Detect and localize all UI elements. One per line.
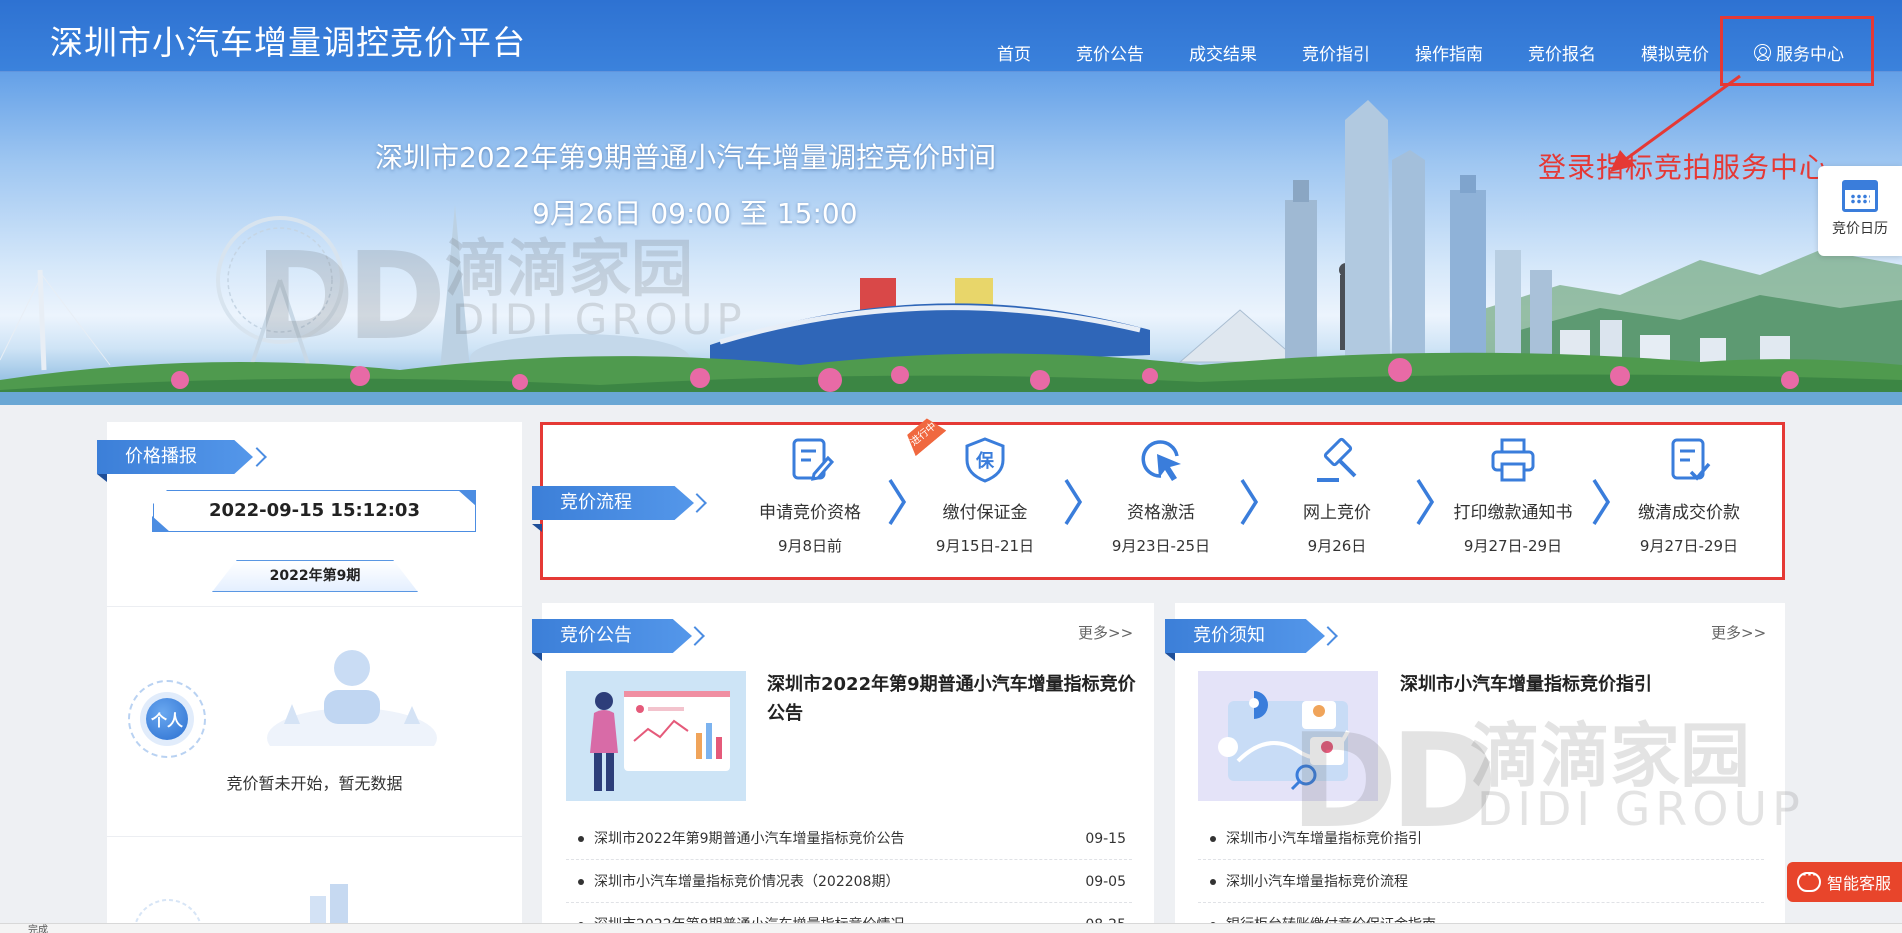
nav-bidding-guide[interactable]: 竞价指引 xyxy=(1302,40,1370,65)
personal-badge-label: 个人 xyxy=(146,698,188,740)
main-nav: 首页 竞价公告 成交结果 竞价指引 操作指南 竞价报名 模拟竞价 服务中心 xyxy=(952,40,1844,65)
presentation-illustration xyxy=(590,691,730,791)
top-navigation-bar: 深圳市小汽车增量调控竞价平台 首页 竞价公告 成交结果 竞价指引 操作指南 竞价… xyxy=(0,0,1902,72)
smart-service-button[interactable]: 智能客服 xyxy=(1787,862,1902,902)
process-step-deposit: 保 缴付保证金 9月15日-21日 xyxy=(900,436,1070,556)
nav-operation-guide[interactable]: 操作指南 xyxy=(1415,40,1483,65)
step-name: 申请竞价资格 xyxy=(759,503,861,523)
guide-list-item[interactable]: 深圳小汽车增量指标竞价流程 xyxy=(1198,861,1764,903)
notice-more-link[interactable]: 更多>> xyxy=(1078,622,1133,643)
notice-thumbnail[interactable] xyxy=(566,671,746,801)
hero-title: 深圳市2022年第9期普通小汽车增量调控竞价时间 xyxy=(375,141,997,174)
site-title[interactable]: 深圳市小汽车增量调控竞价平台 xyxy=(50,16,526,64)
tag-fold-decoration xyxy=(1165,653,1175,661)
divider xyxy=(107,606,522,607)
price-broadcast-tag: 价格播报 xyxy=(97,440,253,474)
process-step-apply: 申请竞价资格 9月8日前 xyxy=(725,436,895,556)
svg-text:保: 保 xyxy=(975,450,995,472)
bidding-guide-tag: 竞价须知 xyxy=(1165,619,1325,653)
chat-icon xyxy=(1797,868,1821,892)
step-date: 9月26日 xyxy=(1307,537,1367,555)
watermark-mark: DD xyxy=(1290,705,1498,857)
process-step-activate: 资格激活 9月23日-25日 xyxy=(1076,436,1246,556)
step-date: 9月23日-25日 xyxy=(1111,537,1211,555)
step-name: 缴清成交价款 xyxy=(1638,503,1740,523)
notice-list-item[interactable]: 深圳市2022年第9期普通小汽车增量指标竞价公告 09-15 xyxy=(566,818,1132,860)
step-name: 打印缴款通知书 xyxy=(1453,503,1573,523)
step-date: 9月8日前 xyxy=(777,537,843,555)
notice-item-title: 深圳市小汽车增量指标竞价情况表（202208期） xyxy=(594,874,900,890)
tag-fold-decoration xyxy=(532,653,542,661)
step-date: 9月27日-29日 xyxy=(1463,537,1563,555)
process-step-online-bid: 网上竞价 9月26日 xyxy=(1252,436,1422,556)
browser-status-bar: 完成 xyxy=(0,923,1902,933)
notice-item-date: 09-05 xyxy=(1085,874,1126,890)
step-name: 网上竞价 xyxy=(1303,503,1371,523)
bidding-process-tag: 竞价流程 xyxy=(532,486,694,520)
notice-item-title: 深圳市2022年第9期普通小汽车增量指标竞价公告 xyxy=(594,831,905,847)
divider xyxy=(107,836,522,837)
guide-item-title: 深圳小汽车增量指标竞价流程 xyxy=(1226,874,1408,890)
nav-bidding-notices[interactable]: 竞价公告 xyxy=(1076,40,1144,65)
status-text: 完成 xyxy=(28,925,48,933)
broadcast-datetime: 2022-09-15 15:12:03 xyxy=(153,490,476,532)
printer-icon xyxy=(1491,438,1535,482)
empty-data-illustration xyxy=(267,650,437,746)
watermark-en: DIDI GROUP xyxy=(452,295,746,344)
step-name: 资格激活 xyxy=(1127,503,1195,523)
notice-list-item[interactable]: 深圳市小汽车增量指标竞价情况表（202208期） 09-05 xyxy=(566,861,1132,903)
nav-simulated-bidding[interactable]: 模拟竞价 xyxy=(1641,40,1709,65)
step-date: 9月15日-21日 xyxy=(935,537,1035,555)
shield-deposit-icon: 保 xyxy=(965,437,1005,483)
personal-category-badge[interactable]: 个人 xyxy=(128,680,206,758)
tag-fold-decoration xyxy=(532,524,542,532)
nav-deal-results[interactable]: 成交结果 xyxy=(1189,40,1257,65)
tag-fold-decoration xyxy=(97,474,107,482)
gavel-icon xyxy=(1317,437,1357,482)
guide-more-link[interactable]: 更多>> xyxy=(1711,622,1766,643)
watermark-en: DIDI GROUP xyxy=(1477,782,1805,836)
step-date: 9月27日-29日 xyxy=(1639,537,1739,555)
step-name: 缴付保证金 xyxy=(942,503,1028,523)
notice-item-date: 09-15 xyxy=(1085,831,1126,847)
guide-headline-link[interactable]: 深圳市小汽车增量指标竞价指引 xyxy=(1400,670,1770,699)
bidding-period: 2022年第9期 xyxy=(212,560,418,592)
calendar-icon xyxy=(1842,180,1878,212)
edit-form-icon xyxy=(792,438,834,481)
nav-home[interactable]: 首页 xyxy=(997,40,1031,65)
bidding-calendar-button[interactable]: 竞价日历 xyxy=(1818,166,1902,256)
notice-headline-link[interactable]: 深圳市2022年第9期普通小汽车增量指标竞价公告 xyxy=(767,670,1137,728)
no-data-message: 竞价暂未开始，暂无数据 xyxy=(226,774,403,793)
smart-service-label: 智能客服 xyxy=(1827,874,1892,893)
nav-bidding-registration[interactable]: 竞价报名 xyxy=(1528,40,1596,65)
bidding-notice-tag: 竞价公告 xyxy=(532,619,692,653)
watermark-mark: DD xyxy=(255,228,446,367)
calendar-label: 竞价日历 xyxy=(1832,221,1888,237)
cursor-click-icon xyxy=(1141,440,1181,481)
process-step-pay-price: 缴清成交价款 9月27日-29日 xyxy=(1604,436,1774,556)
annotation-text: 登录指标竞拍服务中心 xyxy=(1538,151,1829,184)
checklist-icon xyxy=(1671,438,1711,481)
process-step-print-notice: 打印缴款通知书 9月27日-29日 xyxy=(1428,436,1598,556)
